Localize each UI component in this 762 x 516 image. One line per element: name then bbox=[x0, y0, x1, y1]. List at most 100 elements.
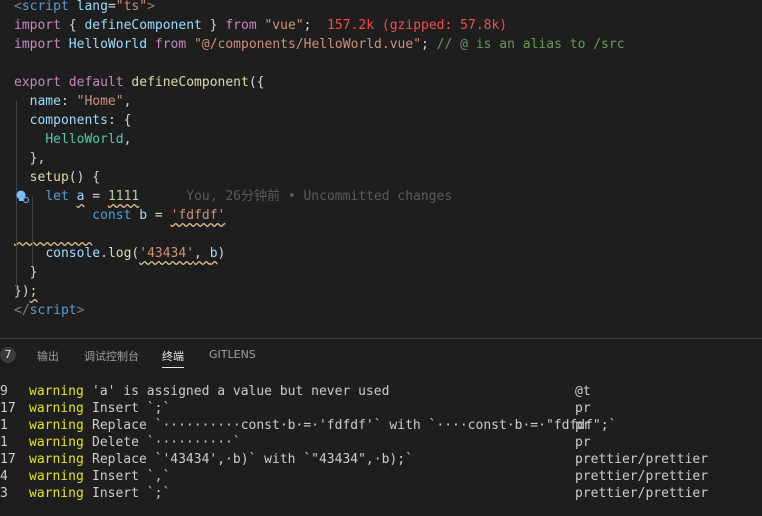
line-number: 3 bbox=[0, 486, 8, 501]
code-token: }, bbox=[14, 151, 46, 166]
code-token: > bbox=[76, 303, 85, 318]
code-token: import bbox=[14, 18, 61, 33]
line-number: 1 bbox=[0, 435, 8, 450]
tab-debug-console[interactable]: 调试控制台 bbox=[84, 348, 139, 364]
code-line[interactable]: <script lang="ts"> bbox=[14, 0, 155, 16]
line-number: 17 bbox=[0, 452, 16, 467]
code-token: name bbox=[29, 94, 61, 109]
line-number: 4 bbox=[0, 469, 8, 484]
warning-message: Insert `,` bbox=[92, 469, 171, 484]
code-line[interactable]: HelloWorld, bbox=[14, 130, 131, 149]
code-token: lang bbox=[76, 0, 108, 14]
code-token: : bbox=[60, 94, 77, 109]
code-line[interactable]: </script> bbox=[14, 301, 84, 320]
code-token: script bbox=[21, 0, 69, 14]
code-line[interactable]: }); bbox=[14, 282, 37, 301]
rule-name: prettier/prettier bbox=[575, 486, 709, 501]
code-token: console bbox=[45, 246, 101, 261]
line-number: 1 bbox=[0, 418, 8, 433]
code-token: 'fdfdf' bbox=[170, 208, 226, 223]
code-line[interactable]: console.log('43434', b) bbox=[14, 244, 225, 263]
code-line[interactable]: import HelloWorld from "@/components/Hel… bbox=[14, 35, 625, 54]
code-line[interactable]: import { defineComponent } from "vue"; 1… bbox=[14, 16, 507, 35]
code-token: "vue" bbox=[264, 18, 304, 33]
code-token: () { bbox=[68, 170, 101, 185]
warning-message: Insert `;` bbox=[92, 486, 171, 501]
code-line[interactable]: export default defineComponent({ bbox=[14, 73, 264, 92]
code-editor[interactable]: <script lang="ts"> import { defineCompone… bbox=[0, 0, 762, 338]
code-token: "ts" bbox=[115, 0, 148, 14]
code-token: , bbox=[123, 94, 132, 109]
code-line[interactable] bbox=[14, 225, 92, 244]
line-number: 17 bbox=[0, 401, 16, 416]
warning-message: Delete `··········` bbox=[92, 435, 241, 450]
code-token: ; bbox=[29, 284, 38, 299]
problem-count-badge: 7 bbox=[0, 347, 16, 363]
terminal-row: 4 warning Insert `,` prettier/prettier bbox=[0, 468, 762, 485]
terminal-row: 17 warning Insert `;` pr bbox=[0, 400, 762, 417]
tab-terminal[interactable]: 终端 bbox=[162, 348, 184, 368]
code-token: from bbox=[225, 18, 257, 33]
severity-label: warning bbox=[29, 384, 84, 399]
code-token: ) bbox=[217, 246, 226, 261]
code-token: = bbox=[84, 189, 108, 204]
code-token: } bbox=[14, 265, 38, 280]
severity-label: warning bbox=[29, 452, 84, 467]
code-token: defineComponent bbox=[131, 75, 249, 90]
terminal-row: 3 warning Insert `;` prettier/prettier bbox=[0, 485, 762, 502]
code-line[interactable]: name: "Home", bbox=[14, 92, 132, 111]
code-token: ; bbox=[303, 18, 328, 33]
code-token: : { bbox=[107, 113, 132, 128]
code-token: export bbox=[14, 75, 61, 90]
warning-message: Insert `;` bbox=[92, 401, 171, 416]
code-token: import bbox=[14, 37, 61, 52]
code-token: ; bbox=[421, 37, 437, 52]
code-token: default bbox=[68, 75, 124, 90]
code-token: script bbox=[29, 303, 77, 318]
code-line[interactable]: components: { bbox=[14, 111, 132, 130]
terminal-row: 9 warning 'a' is assigned a value but neve… bbox=[0, 383, 762, 400]
code-token: "@/components/HelloWorld.vue" bbox=[194, 37, 422, 52]
code-line[interactable]: } bbox=[14, 263, 38, 282]
lightbulb-icon[interactable] bbox=[15, 189, 29, 203]
code-token: = bbox=[147, 208, 171, 223]
severity-label: warning bbox=[29, 435, 84, 450]
code-token: 157.2k (gzipped: 57.8k) bbox=[327, 18, 508, 33]
code-line[interactable]: let a = 1111 You, 26分钟前 • Uncommitted ch… bbox=[14, 187, 452, 206]
code-token: HelloWorld bbox=[68, 37, 148, 52]
code-token: "Home" bbox=[76, 94, 124, 109]
code-token: HelloWorld bbox=[45, 132, 124, 147]
code-line[interactable]: setup() { bbox=[14, 168, 100, 187]
code-token: setup bbox=[29, 170, 69, 185]
tab-output[interactable]: 输出 bbox=[37, 348, 59, 364]
code-token: components bbox=[29, 113, 108, 128]
code-token: // @ is an alias to /src bbox=[436, 37, 625, 52]
code-token: from bbox=[154, 37, 187, 52]
code-line[interactable]: }, bbox=[14, 149, 46, 168]
code-token: 1111 bbox=[107, 189, 140, 204]
code-line[interactable]: const b = 'fdfdf' bbox=[14, 206, 225, 225]
rule-name: prettier/prettier bbox=[575, 452, 709, 467]
code-token: </ bbox=[14, 303, 30, 318]
code-token: } bbox=[201, 18, 226, 33]
rule-name: pr bbox=[575, 401, 591, 416]
code-token: ({ bbox=[248, 75, 265, 90]
code-token: , bbox=[194, 246, 210, 261]
code-token: You, 26分钟前 • Uncommitted changes bbox=[139, 189, 453, 204]
warning-message: 'a' is assigned a value but never used bbox=[92, 384, 390, 399]
tab-gitlens[interactable]: GITLENS bbox=[209, 348, 256, 361]
warning-message: Replace `··········const·b·=·'fdfdf'` wi… bbox=[92, 418, 617, 433]
indent-guide bbox=[32, 196, 33, 266]
rule-name: pr bbox=[575, 418, 591, 433]
panel-tab-bar: 7 输出 调试控制台 终端 GITLENS bbox=[0, 339, 762, 373]
terminal-row: 17 warning Replace `'43434',·b)` with `"43… bbox=[0, 451, 762, 468]
severity-label: warning bbox=[29, 418, 84, 433]
